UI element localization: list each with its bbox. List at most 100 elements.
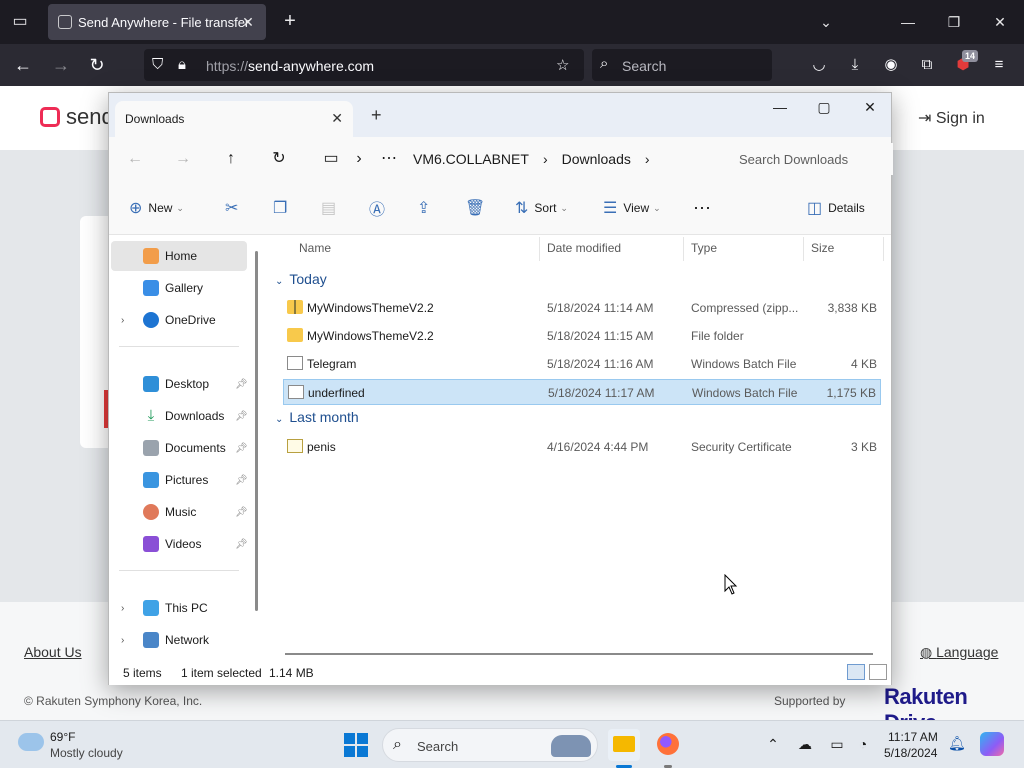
file-row[interactable]: MyWindowsThemeV2.2 5/18/2024 11:14 AM Co… bbox=[283, 295, 881, 321]
volume-network-icon[interactable]: ◔ bbox=[854, 736, 872, 752]
about-us-link[interactable]: About Us bbox=[24, 644, 82, 660]
onedrive-offline-icon[interactable]: ☁ bbox=[796, 736, 814, 753]
explorer-new-tab-button[interactable]: + bbox=[371, 105, 382, 126]
file-row[interactable]: MyWindowsThemeV2.2 5/18/2024 11:15 AM Fi… bbox=[283, 323, 881, 349]
file-row[interactable]: penis 4/16/2024 4:44 PM Security Certifi… bbox=[283, 434, 881, 460]
nav-item-onedrive[interactable]: › OneDrive bbox=[111, 305, 247, 335]
cut-button[interactable]: ✂ bbox=[225, 197, 244, 219]
shield-icon[interactable]: ⛉ bbox=[152, 56, 163, 73]
browser-tab-send-anywhere[interactable]: Send Anywhere - File transfer ✕ bbox=[48, 4, 266, 40]
copy-button[interactable]: ❐ bbox=[273, 197, 293, 219]
breadcrumb-chevron-icon[interactable]: › bbox=[645, 151, 650, 167]
windows-start-icon[interactable] bbox=[344, 733, 368, 757]
cloud-weather-icon[interactable] bbox=[18, 733, 44, 751]
nav-item-this-pc[interactable]: › This PC bbox=[111, 593, 247, 623]
account-icon[interactable]: ◉ bbox=[880, 54, 902, 76]
new-button[interactable]: ⊕ New ⌄ bbox=[129, 197, 184, 219]
share-button[interactable]: ⇪ bbox=[417, 197, 436, 219]
downloads-icon[interactable]: ⤓ bbox=[844, 54, 866, 76]
pin-icon[interactable]: 📌︎ bbox=[235, 443, 248, 454]
lock-icon[interactable]: 🔒︎ bbox=[178, 56, 186, 73]
sign-in-link[interactable]: ⇥ Sign in bbox=[918, 108, 985, 128]
refresh-icon[interactable]: ↻ bbox=[267, 147, 291, 171]
group-header-last-month[interactable]: ⌄ Last month bbox=[275, 409, 359, 425]
forward-icon[interactable]: → bbox=[48, 53, 74, 77]
close-window-icon[interactable]: ✕ bbox=[990, 12, 1010, 32]
rename-button[interactable]: Ⓐ bbox=[369, 197, 391, 219]
up-icon[interactable]: ↑ bbox=[219, 147, 243, 171]
language-link[interactable]: ◍ Language bbox=[920, 644, 998, 661]
bookmark-star-icon[interactable]: ☆ bbox=[556, 56, 569, 74]
minimize-icon[interactable]: — bbox=[765, 99, 795, 119]
nav-item-desktop[interactable]: Desktop 📌︎ bbox=[111, 369, 248, 399]
minimize-icon[interactable]: — bbox=[898, 12, 918, 32]
maximize-icon[interactable]: ▢ bbox=[809, 99, 839, 119]
breadcrumb-chevron-icon[interactable]: › bbox=[347, 147, 371, 171]
clock-date[interactable]: 5/18/2024 bbox=[884, 746, 937, 760]
nav-item-videos[interactable]: Videos 📌︎ bbox=[111, 529, 248, 559]
column-separator[interactable] bbox=[539, 237, 540, 261]
url-bar[interactable]: ⛉ 🔒︎ https://send-anywhere.com ☆ bbox=[144, 49, 584, 81]
forward-icon[interactable]: → bbox=[171, 147, 195, 171]
paste-button[interactable]: ▤ bbox=[321, 197, 342, 219]
nav-item-downloads[interactable]: ⤓ Downloads 📌︎ bbox=[111, 401, 248, 431]
column-header-type[interactable]: Type bbox=[691, 241, 717, 255]
file-row[interactable]: Telegram 5/18/2024 11:16 AM Windows Batc… bbox=[283, 351, 881, 377]
more-options-icon[interactable]: ⋯ bbox=[693, 197, 711, 219]
this-pc-icon[interactable]: ▭ bbox=[319, 147, 343, 171]
send-anywhere-logo-icon[interactable] bbox=[40, 107, 60, 127]
details-view-icon[interactable] bbox=[847, 664, 865, 680]
breadcrumb[interactable]: VM6.COLLABNET › Downloads › bbox=[413, 145, 664, 173]
extensions-icon[interactable]: ⧉ bbox=[916, 54, 938, 76]
column-header-size[interactable]: Size bbox=[811, 241, 834, 255]
column-separator[interactable] bbox=[883, 237, 884, 261]
firefox-taskbar-icon[interactable] bbox=[652, 729, 684, 761]
close-tab-icon[interactable]: ✕ bbox=[331, 110, 343, 127]
pin-icon[interactable]: 📌︎ bbox=[235, 539, 248, 550]
browser-search-box[interactable]: ⌕ Search bbox=[592, 49, 772, 81]
list-all-tabs-icon[interactable]: ⌄ bbox=[816, 12, 836, 32]
pocket-icon[interactable]: ◡ bbox=[808, 54, 830, 76]
nav-item-home[interactable]: Home bbox=[111, 241, 247, 271]
sort-button[interactable]: ⇅ Sort ⌄ bbox=[515, 197, 568, 219]
reload-icon[interactable]: ↻ bbox=[84, 53, 110, 77]
show-hidden-icons-chevron-icon[interactable]: ⌃ bbox=[764, 736, 782, 753]
large-icons-view-icon[interactable] bbox=[869, 664, 887, 680]
nav-pane-scrollbar[interactable] bbox=[255, 251, 258, 611]
new-tab-button[interactable]: + bbox=[278, 10, 302, 34]
back-icon[interactable]: ← bbox=[10, 53, 36, 77]
close-window-icon[interactable]: ✕ bbox=[855, 99, 885, 119]
pin-icon[interactable]: 📌︎ bbox=[235, 507, 248, 518]
column-separator[interactable] bbox=[803, 237, 804, 261]
notification-bell-icon[interactable]: 🔔︎ bbox=[948, 735, 966, 752]
close-tab-icon[interactable]: ✕ bbox=[238, 12, 258, 32]
weather-condition[interactable]: Mostly cloudy bbox=[50, 746, 123, 760]
more-locations-icon[interactable]: ⋯ bbox=[377, 147, 401, 171]
weather-temperature[interactable]: 69°F bbox=[50, 730, 75, 744]
file-row-selected[interactable]: underfined 5/18/2024 11:17 AM Windows Ba… bbox=[283, 379, 881, 405]
breadcrumb-chevron-icon[interactable]: › bbox=[543, 151, 548, 167]
copilot-icon[interactable] bbox=[980, 732, 1004, 756]
nav-item-network[interactable]: › Network bbox=[111, 625, 247, 655]
expand-chevron-icon[interactable]: › bbox=[121, 635, 124, 646]
nav-item-gallery[interactable]: Gallery bbox=[111, 273, 247, 303]
breadcrumb-downloads[interactable]: Downloads bbox=[562, 151, 631, 167]
column-header-date[interactable]: Date modified bbox=[547, 241, 621, 255]
taskbar-search-box[interactable]: ⌕ Search bbox=[382, 728, 598, 762]
column-separator[interactable] bbox=[683, 237, 684, 261]
pin-icon[interactable]: 📌︎ bbox=[235, 411, 248, 422]
expand-chevron-icon[interactable]: › bbox=[121, 603, 124, 614]
column-header-name[interactable]: Name bbox=[299, 241, 331, 255]
details-pane-button[interactable]: ◫ Details bbox=[807, 197, 865, 219]
nav-item-documents[interactable]: Documents 📌︎ bbox=[111, 433, 248, 463]
menu-icon[interactable]: ≡ bbox=[988, 54, 1010, 76]
nav-item-pictures[interactable]: Pictures 📌︎ bbox=[111, 465, 248, 495]
file-explorer-taskbar-icon[interactable] bbox=[608, 729, 640, 761]
tab-list-icon[interactable]: ▭ bbox=[8, 10, 32, 34]
pin-icon[interactable]: 📌︎ bbox=[235, 475, 248, 486]
back-icon[interactable]: ← bbox=[123, 147, 147, 171]
explorer-tab-downloads[interactable]: Downloads ✕ bbox=[115, 101, 353, 137]
restore-icon[interactable]: ❐ bbox=[944, 12, 964, 32]
explorer-search-input[interactable]: Search Downloads bbox=[725, 143, 893, 175]
url-text[interactable]: https://send-anywhere.com bbox=[206, 58, 374, 74]
